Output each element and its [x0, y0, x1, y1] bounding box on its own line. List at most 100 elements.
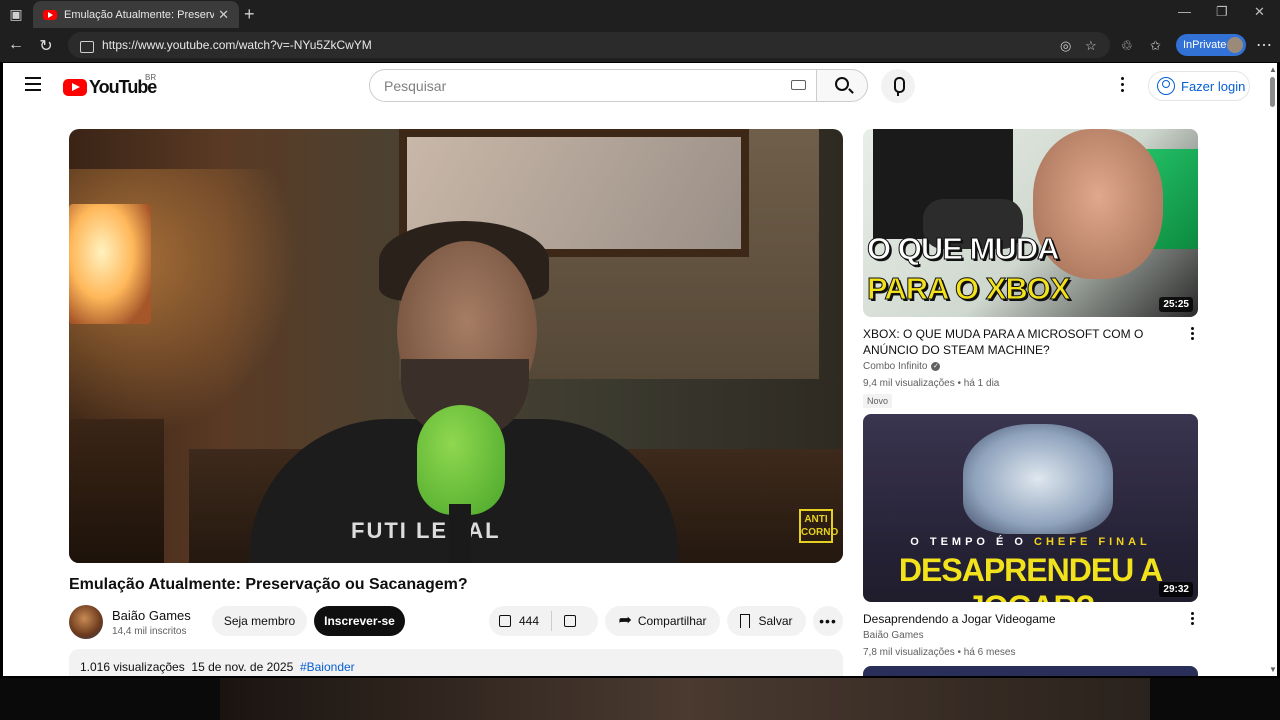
- hashtag-link[interactable]: #Baionder: [300, 660, 355, 674]
- share-icon: ➦: [618, 612, 632, 629]
- search-icon: [835, 77, 849, 91]
- inprivate-label: InPrivate: [1183, 39, 1227, 51]
- scroll-down-icon[interactable]: ▼: [1269, 665, 1277, 674]
- join-label: Seja membro: [223, 614, 296, 628]
- settings-more-icon[interactable]: ⋯: [1256, 35, 1272, 55]
- scene-table: [69, 419, 164, 563]
- divider: [551, 611, 553, 631]
- channel-avatar[interactable]: [69, 605, 103, 639]
- recommendation-item[interactable]: O TEMPO É O CHEFE FINAL DESAPRENDEU A JO…: [863, 414, 1198, 658]
- favorites-icon[interactable]: ✩: [1150, 38, 1161, 54]
- voice-search-button[interactable]: [881, 69, 915, 103]
- thumb-sub-a: O TEMPO É O: [910, 536, 1035, 548]
- sign-in-label: Fazer login: [1181, 78, 1246, 94]
- close-window-icon[interactable]: ✕: [1254, 4, 1265, 20]
- like-icon[interactable]: [499, 615, 511, 627]
- duration-badge: 25:25: [1159, 297, 1193, 312]
- bookmark-icon: [740, 614, 751, 628]
- scene-lamp: [69, 204, 151, 324]
- share-button[interactable]: ➦ Compartilhar: [605, 606, 720, 636]
- dislike-icon[interactable]: [564, 615, 577, 627]
- recommendation-channel[interactable]: Baião Games: [863, 630, 1198, 641]
- rec-age: há 6 meses: [963, 647, 1016, 658]
- video-title: Emulação Atualmente: Preservação ou Saca…: [69, 576, 468, 593]
- search-placeholder: Pesquisar: [384, 77, 447, 94]
- favorite-star-icon[interactable]: ☆: [1085, 38, 1097, 54]
- shirt-text: FUTI LEGAL: [351, 518, 501, 543]
- subscribe-button[interactable]: Inscrever-se: [314, 606, 405, 636]
- inprivate-badge[interactable]: InPrivate: [1176, 34, 1246, 56]
- youtube-logo[interactable]: YouTube BR: [63, 73, 157, 98]
- tracking-prevention-icon[interactable]: ◎: [1060, 38, 1071, 54]
- like-count[interactable]: 444: [519, 614, 539, 628]
- thumb-pixel-ghost: [963, 424, 1113, 534]
- upload-date: 15 de nov. de 2025: [191, 660, 294, 674]
- sign-in-button[interactable]: Fazer login: [1148, 71, 1250, 101]
- view-count: 1.016 visualizações: [80, 660, 185, 674]
- tab-bar: ▣ Emulação Atualmente: Preservação ✕ + —…: [0, 0, 1280, 28]
- address-bar[interactable]: https://www.youtube.com/watch?v=-NYu5ZkC…: [68, 32, 1110, 58]
- guide-menu-icon[interactable]: [25, 77, 41, 91]
- recommendation-thumbnail[interactable]: O TEMPO É O CHEFE FINAL DESAPRENDEU A JO…: [863, 414, 1198, 602]
- save-button[interactable]: Salvar: [727, 606, 806, 636]
- like-dislike-group: 444: [489, 606, 598, 636]
- tab-actions-icon[interactable]: ▣: [8, 6, 24, 22]
- next-recommendation-thumbnail[interactable]: [863, 666, 1198, 676]
- background-video-strip: [0, 678, 1280, 720]
- subscriber-count: 14,4 mil inscritos: [112, 625, 187, 637]
- channel-label: Combo Infinito: [863, 361, 928, 372]
- keyboard-icon[interactable]: [791, 80, 806, 90]
- thumb-big-text: DESAPRENDEU A JOGAR?: [898, 552, 1163, 602]
- scrollbar-thumb[interactable]: [1270, 77, 1275, 107]
- recommendation-channel[interactable]: Combo Infinito ✓: [863, 361, 1198, 372]
- youtube-page: YouTube BR Pesquisar Fazer login FUTI LE…: [3, 63, 1277, 676]
- search-input[interactable]: Pesquisar: [369, 69, 817, 102]
- recommendation-menu-icon[interactable]: [1191, 612, 1195, 627]
- settings-kebab-icon[interactable]: [1121, 77, 1125, 95]
- more-icon: •••: [819, 613, 837, 629]
- scene-mic-stand: [449, 504, 471, 563]
- page-scrollbar[interactable]: ▲ ▼: [1267, 63, 1277, 676]
- scene-microphone: [417, 405, 505, 515]
- maximize-icon[interactable]: ❐: [1216, 4, 1228, 20]
- description-box[interactable]: 1.016 visualizações 15 de nov. de 2025 #…: [69, 649, 843, 676]
- close-tab-icon[interactable]: ✕: [218, 7, 229, 23]
- recommendation-meta: 7,8 mil visualizações • há 6 meses: [863, 647, 1016, 658]
- recommendation-item[interactable]: O QUE MUDA PARA O XBOX AGORA? 25:25 XBOX…: [863, 129, 1198, 409]
- browser-essentials-icon[interactable]: ♲: [1121, 38, 1133, 54]
- scroll-up-icon[interactable]: ▲: [1269, 65, 1277, 74]
- country-code: BR: [145, 73, 157, 82]
- refresh-icon[interactable]: ↻: [37, 36, 55, 56]
- rec-views: 7,8 mil visualizações: [863, 647, 955, 658]
- channel-name[interactable]: Baião Games: [112, 608, 191, 623]
- more-actions-button[interactable]: •••: [813, 606, 843, 636]
- thumb-line-2a: PARA O: [867, 271, 986, 307]
- subscribe-label: Inscrever-se: [324, 614, 395, 628]
- share-label: Compartilhar: [637, 614, 707, 628]
- search-button[interactable]: [816, 69, 868, 102]
- recommendation-title[interactable]: Desaprendendo a Jogar Videogame: [863, 611, 1173, 627]
- url-text[interactable]: https://www.youtube.com/watch?v=-NYu5ZkC…: [102, 38, 372, 52]
- thumb-line-1: O QUE MUDA: [867, 231, 1061, 267]
- verified-icon: ✓: [931, 362, 941, 371]
- minimize-icon[interactable]: —: [1178, 4, 1191, 19]
- thumbnail-text: O QUE MUDA PARA O XBOX AGORA?: [867, 229, 1198, 318]
- join-button[interactable]: Seja membro: [212, 606, 307, 636]
- save-label: Salvar: [758, 614, 793, 628]
- account-icon: [1157, 77, 1175, 95]
- profile-avatar: [1227, 37, 1243, 53]
- recommendation-title[interactable]: XBOX: O QUE MUDA PARA A MICROSOFT COM O …: [863, 326, 1173, 358]
- lock-icon[interactable]: [80, 41, 94, 53]
- video-player[interactable]: FUTI LEGAL ANTI CORNO: [69, 129, 843, 563]
- back-icon[interactable]: ←: [7, 36, 25, 54]
- rec-views: 9,4 mil visualizações: [863, 378, 955, 389]
- duration-badge: 29:32: [1159, 582, 1193, 597]
- channel-watermark[interactable]: ANTI CORNO: [799, 509, 838, 543]
- recommendation-menu-icon[interactable]: [1191, 327, 1195, 342]
- recommendation-thumbnail[interactable]: O QUE MUDA PARA O XBOX AGORA? 25:25: [863, 129, 1198, 317]
- tab-title: Emulação Atualmente: Preservação: [64, 8, 214, 21]
- browser-tab[interactable]: Emulação Atualmente: Preservação ✕: [33, 1, 239, 28]
- rec-age: há 1 dia: [963, 378, 1000, 389]
- new-tab-icon[interactable]: +: [244, 4, 255, 25]
- thumb-sub-b: CHEFE FINAL: [1034, 536, 1151, 548]
